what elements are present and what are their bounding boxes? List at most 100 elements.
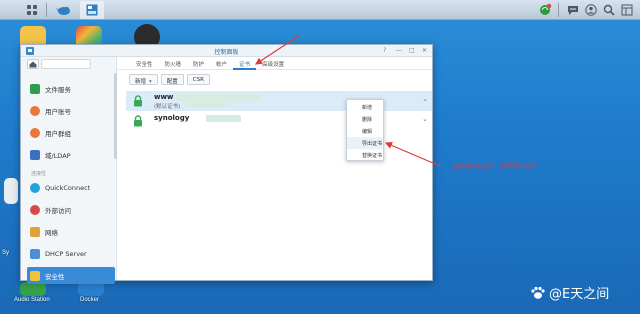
sidebar-item-security[interactable]: 安全性 <box>27 267 115 284</box>
add-button-label: 新增 <box>135 79 147 85</box>
desktop-label-docker: Docker <box>80 297 100 303</box>
search-icon <box>603 4 615 16</box>
help-button[interactable]: ? <box>383 47 386 54</box>
desktop-app-audio-station-icon[interactable] <box>20 282 46 296</box>
quickconnect-icon <box>30 182 40 193</box>
sidebar-item-external-access[interactable]: 外部访问 <box>27 201 115 218</box>
csr-button[interactable]: CSR <box>186 74 210 85</box>
control-panel-icon <box>86 4 98 16</box>
add-button[interactable]: 新增 ▾ <box>129 74 158 85</box>
network-icon <box>30 226 40 237</box>
close-button[interactable]: ✕ <box>422 47 427 54</box>
sync-status[interactable] <box>538 3 552 17</box>
tab-bar: 安全性 防火墙 防护 帐户 证书 高级设置 <box>118 57 432 70</box>
taskbar <box>0 0 640 20</box>
sync-icon <box>540 3 552 15</box>
search-button[interactable] <box>602 3 616 17</box>
minimize-button[interactable]: — <box>396 47 402 54</box>
watermark-text: @E天之间 <box>549 287 610 302</box>
redacted-domain <box>206 115 241 122</box>
sidebar-item-label: 安全性 <box>45 272 65 281</box>
tab-protection[interactable]: 防护 <box>187 57 210 70</box>
sidebar-item-user-group[interactable]: 用户群组 <box>27 124 115 141</box>
grid-icon <box>27 5 37 15</box>
sidebar-item-user-account[interactable]: 用户账号 <box>27 102 115 119</box>
taskbar-divider <box>558 3 559 17</box>
taskbar-app-mascot[interactable] <box>52 1 76 19</box>
sidebar-item-quickconnect[interactable]: QuickConnect <box>27 179 115 196</box>
home-button[interactable] <box>27 59 39 69</box>
widgets-icon <box>621 4 633 16</box>
certificate-default-label: (默认证书) <box>154 104 181 110</box>
menu-item-replace-certificate[interactable]: 替换证书 <box>347 149 383 161</box>
sidebar-item-file-service[interactable]: 文件服务 <box>27 80 115 97</box>
sidebar-item-label: 网络 <box>45 228 58 237</box>
toolbar: 新增 ▾ 配置 CSR <box>129 74 210 85</box>
tab-firewall[interactable]: 防火墙 <box>159 57 188 70</box>
watermark: @E天之间 <box>530 283 609 302</box>
tab-account[interactable]: 帐户 <box>210 57 233 70</box>
file-service-icon <box>30 83 40 94</box>
tab-advanced[interactable]: 高级设置 <box>256 57 290 70</box>
domain-ldap-icon <box>30 149 40 160</box>
taskbar-divider <box>46 3 47 17</box>
lock-icon <box>134 115 142 127</box>
desktop-label-audio-station: Audio Station <box>14 297 50 303</box>
user-account-icon <box>30 105 40 116</box>
chat-button[interactable] <box>566 3 580 17</box>
menu-item-delete[interactable]: 删除 <box>347 113 383 125</box>
desktop-edge-label: Sy <box>2 250 10 256</box>
tab-certificate[interactable]: 证书 <box>233 57 257 70</box>
chat-icon <box>568 6 578 15</box>
desktop-app-edge-icon[interactable] <box>4 178 18 204</box>
sidebar-item-label: 用户账号 <box>45 107 71 116</box>
control-panel-window: 控制面板 ? — □ ✕ 文件服务 用户账号 用户群组 域/LDAP 连接性 Q… <box>20 44 433 284</box>
paw-icon <box>531 286 545 299</box>
certificate-context-menu: 新增 删除 编辑 导出证书 替换证书 <box>346 99 384 161</box>
lock-icon <box>134 95 142 107</box>
menu-item-add[interactable]: 新增 <box>347 101 383 113</box>
main-menu-button[interactable] <box>20 1 44 19</box>
user-button[interactable] <box>584 3 598 17</box>
security-icon <box>30 270 40 281</box>
annotation-text: 选择对应的证书，然后导出证书 <box>452 163 537 170</box>
window-title: 控制面板 <box>214 49 239 56</box>
desktop-app-docker-icon[interactable] <box>78 282 104 296</box>
redacted-info <box>186 102 226 107</box>
sidebar-item-dhcp-server[interactable]: DHCP Server <box>27 245 115 262</box>
sidebar-item-domain-ldap[interactable]: 域/LDAP <box>27 146 115 163</box>
user-icon <box>585 4 597 16</box>
sidebar-item-label: DHCP Server <box>45 249 87 258</box>
certificate-row[interactable]: www (默认证书) ⌄ <box>126 91 432 111</box>
sidebar-item-label: 外部访问 <box>45 206 71 215</box>
home-icon <box>29 61 37 67</box>
widgets-button[interactable] <box>620 3 634 17</box>
sidebar-group-connectivity: 连接性 <box>31 171 47 177</box>
sidebar: 文件服务 用户账号 用户群组 域/LDAP 连接性 QuickConnect 外… <box>21 57 117 284</box>
chevron-down-icon[interactable]: ⌄ <box>422 115 428 123</box>
certificate-row[interactable]: synology ⌄ <box>126 112 432 130</box>
external-access-icon <box>30 204 40 215</box>
certificate-name: www <box>154 93 174 101</box>
taskbar-app-control-panel[interactable] <box>80 1 104 19</box>
sidebar-item-label: 域/LDAP <box>45 151 71 160</box>
window-titlebar[interactable]: 控制面板 ? — □ ✕ <box>21 45 432 57</box>
configure-button[interactable]: 配置 <box>160 74 184 85</box>
redacted-domain <box>176 94 261 101</box>
sidebar-item-label: 用户群组 <box>45 129 71 138</box>
sidebar-item-label: QuickConnect <box>45 183 91 192</box>
menu-item-edit[interactable]: 编辑 <box>347 125 383 137</box>
chevron-down-icon[interactable]: ⌄ <box>422 95 428 103</box>
mascot-icon <box>56 7 70 15</box>
sidebar-search-input[interactable] <box>41 59 91 69</box>
dhcp-server-icon <box>30 248 40 259</box>
sidebar-scrollbar[interactable] <box>114 73 117 159</box>
sidebar-item-label: 文件服务 <box>45 85 71 94</box>
sidebar-item-network[interactable]: 网络 <box>27 223 115 240</box>
user-group-icon <box>30 127 40 138</box>
tab-security[interactable]: 安全性 <box>130 57 159 70</box>
menu-item-export-certificate[interactable]: 导出证书 <box>347 137 383 149</box>
caret-down-icon: ▾ <box>149 79 152 85</box>
certificate-name: synology <box>154 114 190 122</box>
maximize-button[interactable]: □ <box>409 47 415 54</box>
